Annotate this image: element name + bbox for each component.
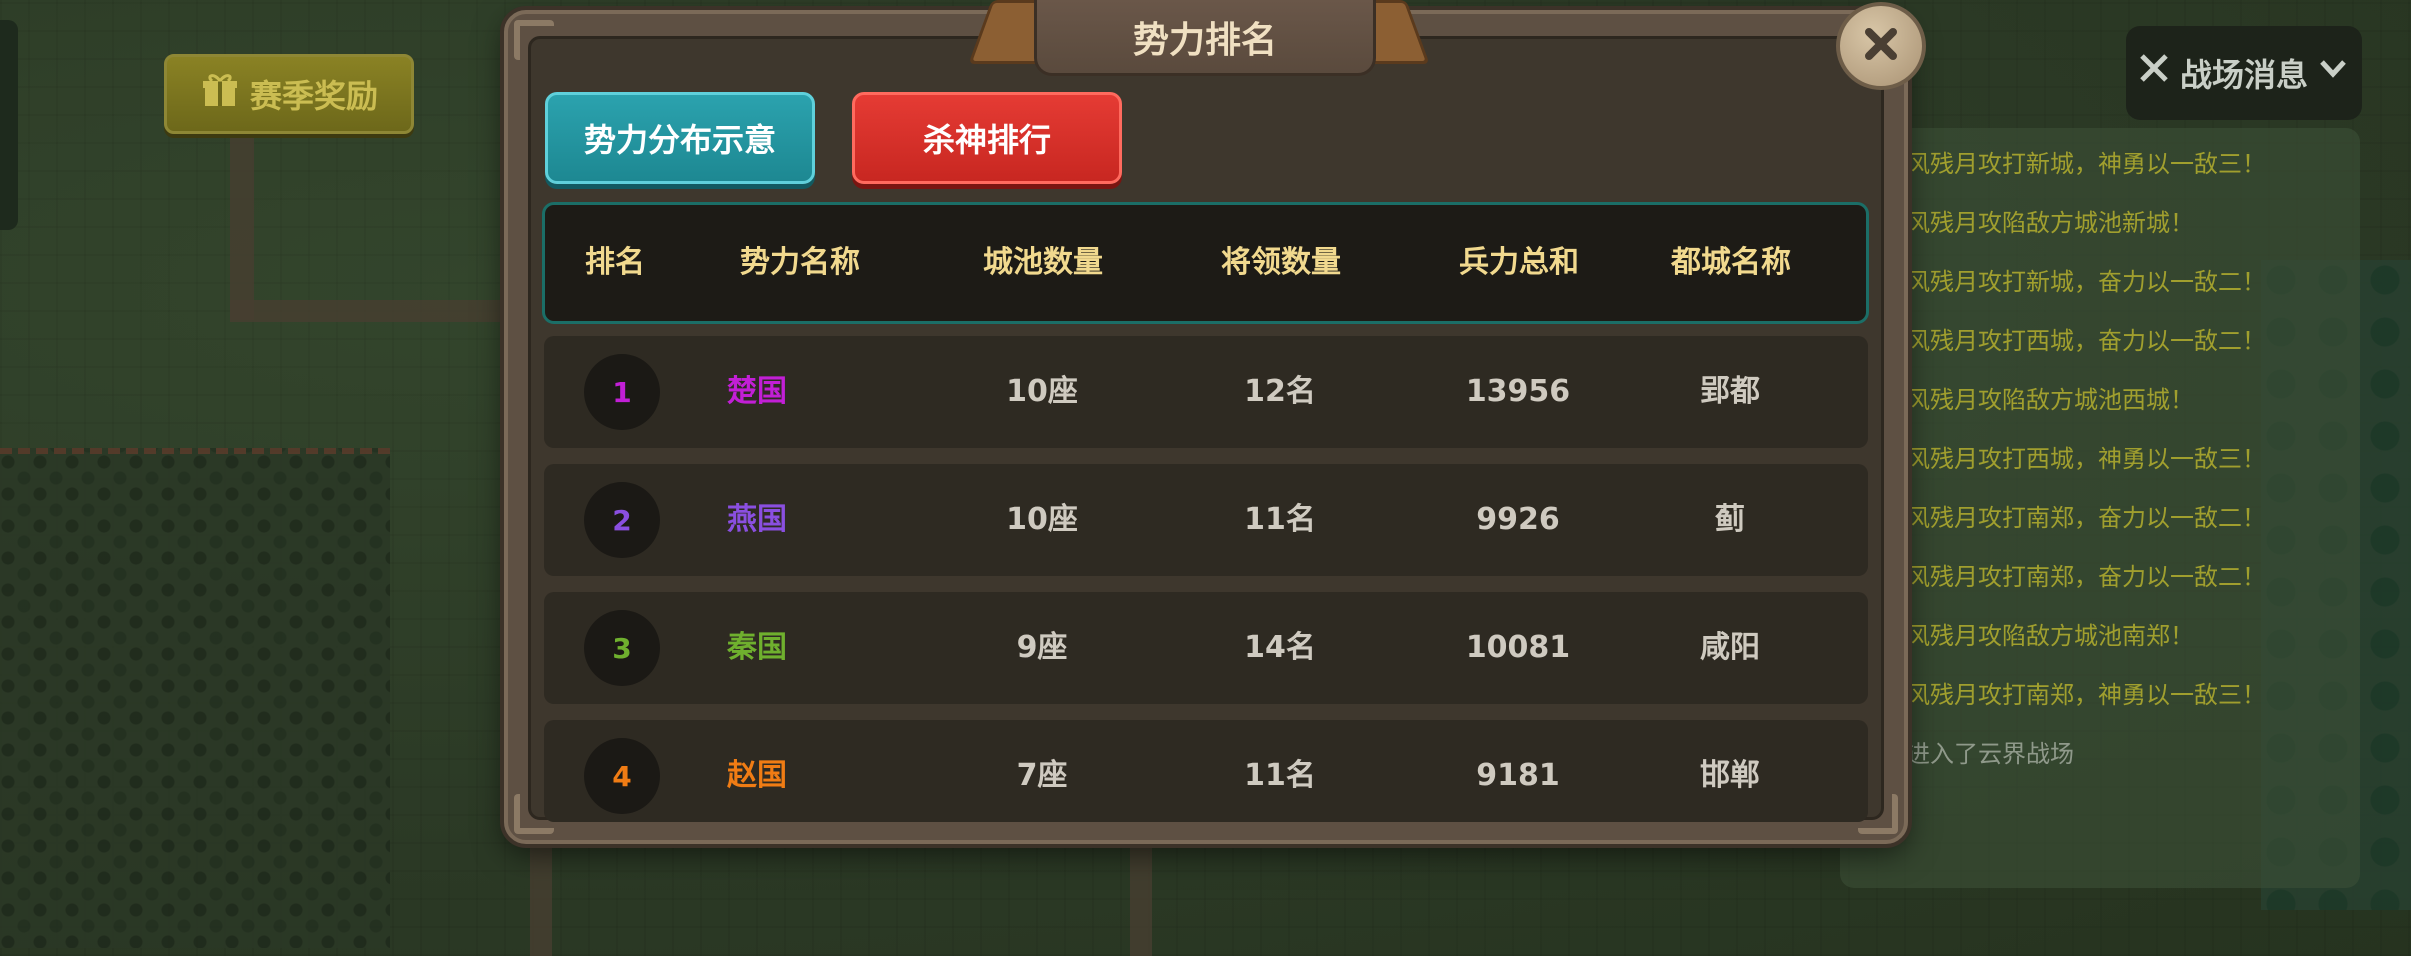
map-road	[230, 300, 510, 322]
frame-corner	[514, 20, 554, 60]
tab-faction-distribution[interactable]: 势力分布示意	[545, 92, 815, 184]
battle-message-line: 风残月攻陷敌方城池新城！	[1906, 209, 2194, 237]
capital-name: 咸阳	[1700, 630, 1760, 665]
rank-badge: 4	[584, 738, 660, 814]
rank-badge: 3	[584, 610, 660, 686]
battle-message-line: 风残月攻打西城，神勇以一敌三！	[1906, 445, 2266, 473]
table-row[interactable]: 4 赵国 7座 11名 9181 邯郸	[544, 720, 1868, 822]
season-reward-label: 赛季奖励	[249, 77, 378, 115]
season-reward-button[interactable]: 赛季奖励	[164, 54, 414, 134]
crossed-swords-icon	[2138, 52, 2172, 94]
city-count: 7座	[1016, 758, 1068, 793]
table-row[interactable]: 3 秦国 9座 14名 10081 咸阳	[544, 592, 1868, 704]
rank-badge: 2	[584, 482, 660, 558]
battle-message-line: 风残月攻打新城，奋力以一敌二！	[1906, 268, 2266, 296]
map-road	[1130, 830, 1152, 956]
battle-message-line: 风残月攻打南郑，神勇以一敌三！	[1906, 681, 2266, 709]
rank-badge: 1	[584, 354, 660, 430]
column-header-generals: 将领数量	[1221, 245, 1341, 280]
dialog-title: 势力排名	[1034, 0, 1376, 76]
city-count: 10座	[1006, 374, 1078, 409]
battle-message-line: 风残月攻打新城，神勇以一敌三！	[1906, 150, 2266, 178]
battle-message-line: 风残月攻打南郑，奋力以一敌二！	[1906, 504, 2266, 532]
city-count: 9座	[1016, 630, 1068, 665]
table-row[interactable]: 1 楚国 10座 12名 13956 郢都	[544, 336, 1868, 448]
troop-total: 10081	[1465, 630, 1571, 665]
city-count: 10座	[1006, 502, 1078, 537]
close-button[interactable]	[1836, 2, 1926, 90]
battle-message-line: 风残月攻打西城，奋力以一敌二！	[1906, 327, 2266, 355]
map-road	[230, 120, 254, 320]
general-count: 11名	[1244, 758, 1316, 793]
side-panel-tab[interactable]	[0, 20, 18, 230]
battle-messages-toggle[interactable]: 战场消息	[2126, 26, 2362, 120]
faction-name: 秦国	[727, 630, 787, 665]
column-header-faction: 势力名称	[740, 245, 860, 280]
table-header: 排名 势力名称 城池数量 将领数量 兵力总和 都城名称	[542, 202, 1869, 324]
faction-name: 楚国	[727, 374, 787, 409]
column-header-rank: 排名	[585, 245, 645, 280]
close-icon	[1861, 24, 1901, 68]
troop-total: 13956	[1465, 374, 1571, 409]
capital-name: 邯郸	[1700, 758, 1760, 793]
tab-kill-ranking[interactable]: 杀神排行	[852, 92, 1122, 184]
battle-message-line: 风残月攻打南郑，奋力以一敌二！	[1906, 563, 2266, 591]
column-header-capital: 都城名称	[1671, 245, 1791, 280]
troop-total: 9181	[1476, 758, 1560, 793]
gift-icon	[200, 70, 240, 118]
general-count: 12名	[1244, 374, 1316, 409]
troop-total: 9926	[1476, 502, 1560, 537]
column-header-cities: 城池数量	[983, 245, 1103, 280]
capital-name: 郢都	[1700, 374, 1760, 409]
battle-message-line: 进入了云界战场	[1906, 740, 2074, 768]
faction-name: 燕国	[727, 502, 787, 537]
column-header-troops: 兵力总和	[1459, 245, 1579, 280]
battle-message-line: 风残月攻陷敌方城池西城！	[1906, 386, 2194, 414]
battle-message-line: 风残月攻陷敌方城池南郑！	[1906, 622, 2194, 650]
faction-name: 赵国	[727, 758, 787, 793]
general-count: 11名	[1244, 502, 1316, 537]
battle-messages-label: 战场消息	[2179, 56, 2308, 94]
capital-name: 蓟	[1715, 502, 1745, 537]
chevron-down-icon	[2316, 52, 2350, 94]
forest-area	[0, 448, 390, 948]
table-row[interactable]: 2 燕国 10座 11名 9926 蓟	[544, 464, 1868, 576]
general-count: 14名	[1244, 630, 1316, 665]
